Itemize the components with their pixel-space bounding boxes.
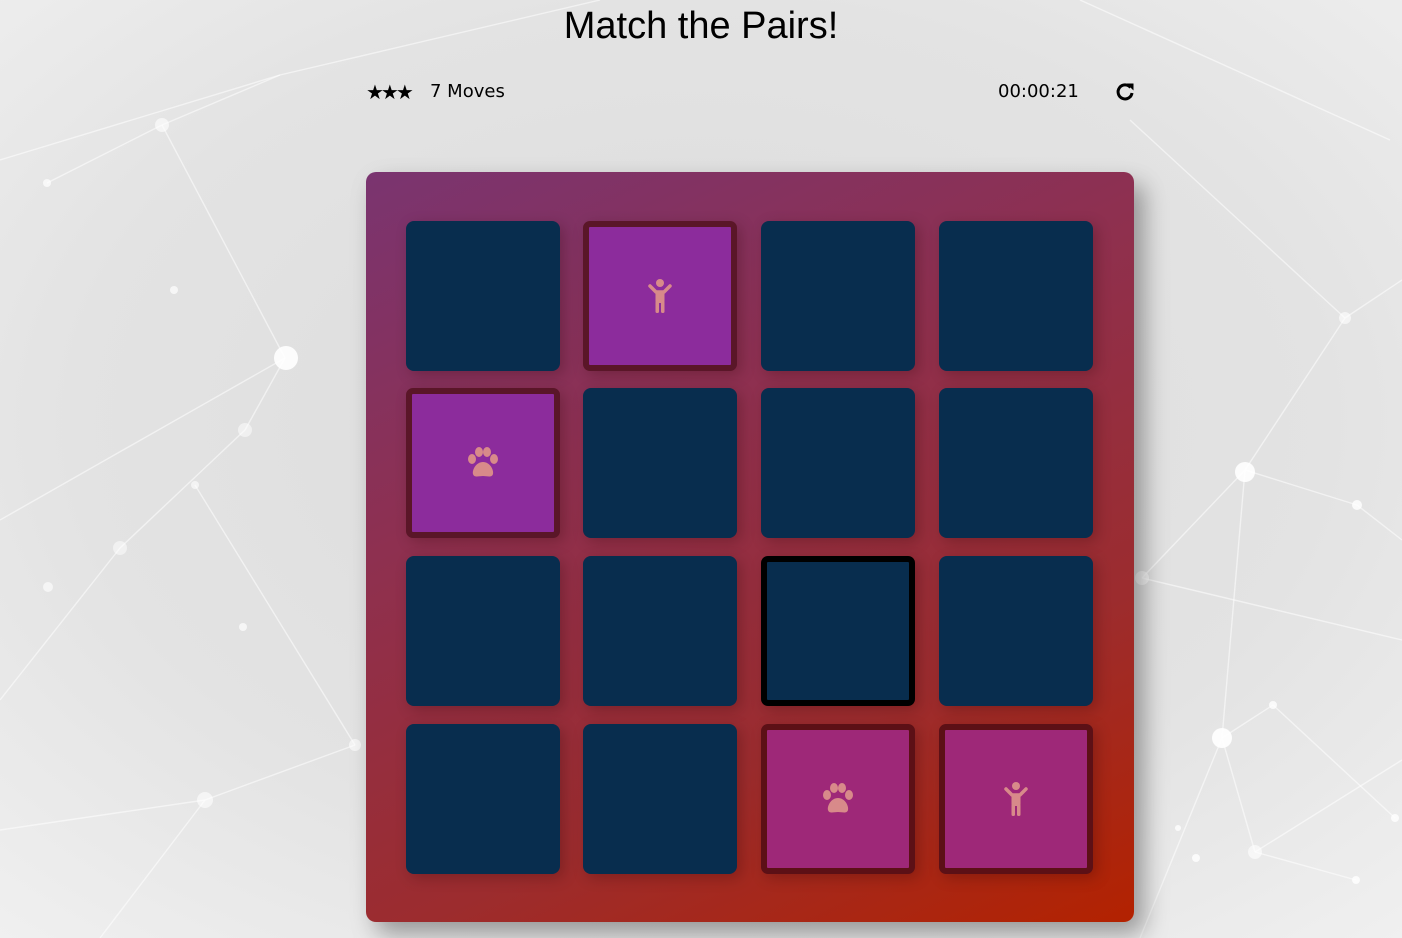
card-deck (366, 172, 1134, 922)
paw-icon (463, 443, 503, 483)
card[interactable] (761, 556, 915, 706)
moves-counter: 7 Moves (430, 81, 505, 102)
card[interactable] (939, 724, 1093, 874)
child-icon (996, 779, 1036, 819)
card[interactable] (939, 556, 1093, 706)
card[interactable] (583, 221, 737, 371)
child-icon (640, 276, 680, 316)
card[interactable] (406, 388, 560, 538)
restart-button[interactable] (1114, 80, 1136, 104)
card[interactable] (406, 221, 560, 371)
card[interactable] (761, 388, 915, 538)
game-timer: 00:00:21 (998, 81, 1079, 102)
refresh-icon[interactable] (1114, 80, 1136, 104)
card[interactable] (583, 388, 737, 538)
card[interactable] (761, 221, 915, 371)
card[interactable] (939, 221, 1093, 371)
page-title: Match the Pairs! (563, 5, 839, 47)
card[interactable] (583, 556, 737, 706)
card[interactable] (939, 388, 1093, 538)
card[interactable] (406, 724, 560, 874)
star-rating: ★★★ (366, 80, 414, 104)
card[interactable] (761, 724, 915, 874)
score-panel: ★★★ 7 Moves 00:00:21 (366, 78, 1134, 106)
card[interactable] (583, 724, 737, 874)
card[interactable] (406, 556, 560, 706)
paw-icon (818, 779, 858, 819)
